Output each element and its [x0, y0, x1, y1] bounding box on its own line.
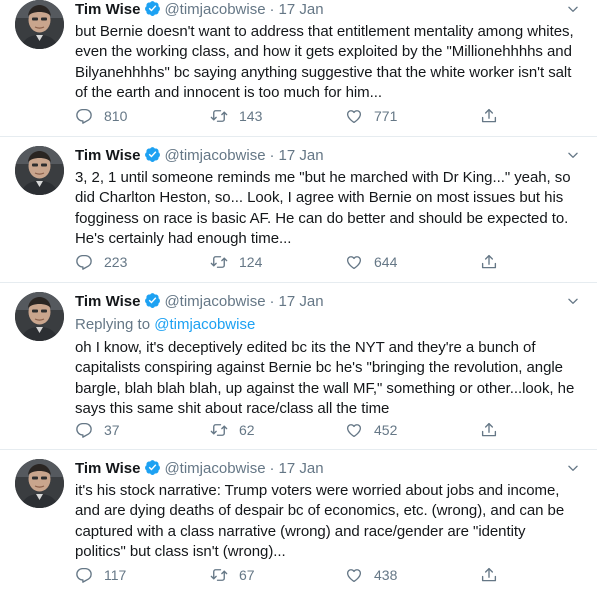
reply-count: 117 [104, 567, 127, 583]
reply-button[interactable]: 37 [75, 420, 120, 440]
like-count: 771 [374, 108, 398, 124]
chevron-down-icon[interactable] [566, 2, 580, 16]
reply-icon [75, 566, 93, 584]
share-button[interactable] [480, 565, 498, 585]
reply-button[interactable]: 223 [75, 252, 127, 272]
retweet-icon [210, 421, 228, 439]
reply-count: 223 [104, 254, 128, 270]
share-button[interactable] [480, 106, 498, 126]
retweet-button[interactable]: 62 [210, 420, 255, 440]
tweet-date[interactable]: 17 Jan [279, 147, 324, 164]
divider [0, 282, 597, 283]
share-button[interactable] [480, 252, 498, 272]
tweet-header: Tim Wise @timjacobwise · 17 Jan [75, 459, 324, 479]
share-button[interactable] [480, 420, 498, 440]
tweet-actions: 223 124 644 [75, 252, 505, 272]
replying-label: Replying to [75, 316, 155, 333]
reply-count: 37 [104, 422, 120, 438]
reply-icon [75, 107, 93, 125]
reply-count: 810 [104, 108, 128, 124]
like-icon [345, 421, 363, 439]
replying-handle-link[interactable]: @timjacobwise [154, 316, 255, 333]
tweet-text: 3, 2, 1 until someone reminds me "but he… [75, 169, 571, 248]
separator-dot: · [269, 293, 275, 310]
retweet-count: 67 [239, 567, 255, 583]
avatar[interactable] [15, 459, 64, 508]
chevron-down-icon[interactable] [566, 294, 580, 308]
tweet-header: Tim Wise @timjacobwise · 17 Jan [75, 146, 324, 166]
like-icon [345, 253, 363, 271]
divider [0, 136, 597, 137]
chevron-down-icon[interactable] [566, 461, 580, 475]
retweet-count: 143 [239, 108, 263, 124]
author-name[interactable]: Tim Wise [75, 460, 140, 477]
retweet-count: 124 [239, 254, 263, 270]
tweet-text: oh I know, it's deceptively edited bc it… [75, 339, 575, 418]
avatar[interactable] [15, 146, 64, 195]
reply-icon [75, 421, 93, 439]
retweet-icon [210, 107, 228, 125]
reply-button[interactable]: 810 [75, 106, 127, 126]
tweet-actions: 37 62 452 [75, 420, 505, 440]
tweet-header: Tim Wise @timjacobwise · 17 Jan [75, 0, 324, 20]
like-count: 438 [374, 567, 398, 583]
verified-badge-icon [144, 459, 161, 476]
retweet-button[interactable]: 143 [210, 106, 262, 126]
author-name[interactable]: Tim Wise [75, 1, 140, 18]
tweet-text: but Bernie doesn't want to address that … [75, 23, 574, 102]
like-button[interactable]: 644 [345, 252, 397, 272]
verified-badge-icon [144, 146, 161, 163]
tweet-date[interactable]: 17 Jan [279, 293, 324, 310]
share-icon [480, 107, 498, 125]
author-handle[interactable]: @timjacobwise [164, 147, 265, 164]
reply-button[interactable]: 117 [75, 565, 126, 585]
tweet-header: Tim Wise @timjacobwise · 17 Jan [75, 292, 324, 312]
retweet-icon [210, 566, 228, 584]
replying-to: Replying to @timjacobwise [75, 315, 255, 335]
author-handle[interactable]: @timjacobwise [164, 460, 265, 477]
separator-dot: · [269, 460, 275, 477]
verified-badge-icon [144, 292, 161, 309]
verified-badge-icon [144, 0, 161, 17]
retweet-button[interactable]: 124 [210, 252, 262, 272]
avatar[interactable] [15, 292, 64, 341]
share-icon [480, 566, 498, 584]
share-icon [480, 253, 498, 271]
like-icon [345, 107, 363, 125]
tweet-text: it's his stock narrative: Trump voters w… [75, 482, 565, 561]
retweet-count: 62 [239, 422, 255, 438]
tweet-actions: 117 67 438 [75, 565, 505, 585]
separator-dot: · [269, 1, 275, 18]
avatar[interactable] [15, 0, 64, 49]
retweet-button[interactable]: 67 [210, 565, 255, 585]
like-button[interactable]: 771 [345, 106, 397, 126]
retweet-icon [210, 253, 228, 271]
share-icon [480, 421, 498, 439]
author-name[interactable]: Tim Wise [75, 293, 140, 310]
chevron-down-icon[interactable] [566, 148, 580, 162]
divider [0, 449, 597, 450]
tweet-date[interactable]: 17 Jan [279, 1, 324, 18]
author-name[interactable]: Tim Wise [75, 147, 140, 164]
author-handle[interactable]: @timjacobwise [164, 293, 265, 310]
like-count: 644 [374, 254, 398, 270]
separator-dot: · [269, 147, 275, 164]
tweet-actions: 810 143 771 [75, 106, 505, 126]
reply-icon [75, 253, 93, 271]
like-icon [345, 566, 363, 584]
like-button[interactable]: 452 [345, 420, 397, 440]
author-handle[interactable]: @timjacobwise [164, 1, 265, 18]
like-count: 452 [374, 422, 398, 438]
tweet-date[interactable]: 17 Jan [279, 460, 324, 477]
like-button[interactable]: 438 [345, 565, 397, 585]
